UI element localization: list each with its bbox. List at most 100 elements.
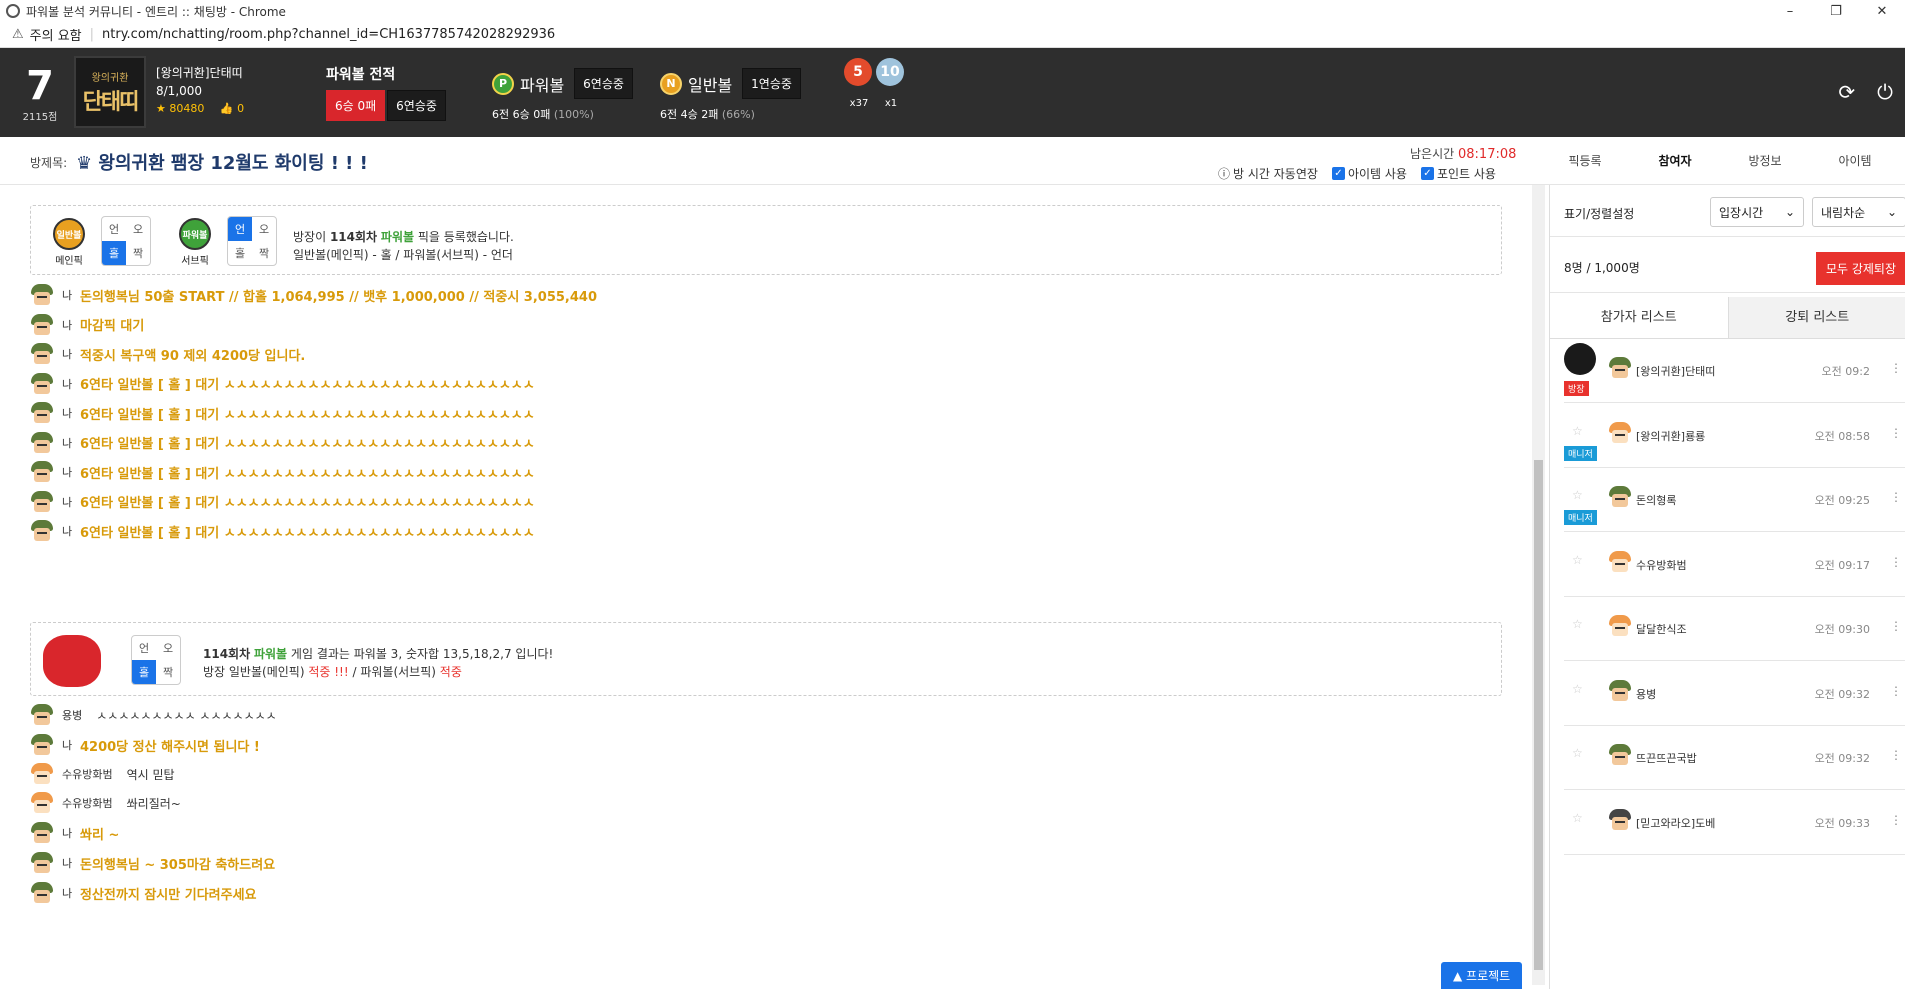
remaining-time: 남은시간 08:17:08	[1410, 145, 1516, 162]
use-item-checkbox[interactable]: ✓	[1331, 167, 1345, 180]
message-author: 나	[62, 887, 73, 900]
chat-area[interactable]: 일반볼 메인픽 언오 홀짝 파워볼 서브픽 언오 홀짝 방장이 114회차 파워…	[0, 185, 1545, 989]
participant-row[interactable]: ☆ 뜨끈뜨끈국밥 오전 09:32 ⋮	[1564, 726, 1905, 790]
participant-name[interactable]: [왕의귀환]단태띠	[1636, 363, 1715, 379]
notice-ball: 파워볼	[380, 230, 415, 244]
room-title-text: 왕의귀환 팸장 12월도 화이팅 ! ! !	[98, 153, 368, 174]
promote-icon[interactable]: ☆	[1572, 617, 1583, 631]
more-menu-icon[interactable]: ⋮	[1890, 426, 1902, 440]
browser-window: 파워볼 분석 커뮤니티 - 엔트리 :: 채팅방 - Chrome – ❐ ✕ …	[0, 0, 1905, 989]
url-text[interactable]: ntry.com/nchatting/room.php?channel_id=C…	[102, 27, 555, 42]
message-text: 쏴리질러~	[126, 796, 181, 811]
tab-kicked-list[interactable]: 강퇴 리스트	[1727, 297, 1905, 338]
room-options: ⓘ 방 시간 자동연장 ✓ 아이템 사용 ✓ 포인트 사용	[1218, 165, 1496, 182]
promote-icon[interactable]: ☆	[1572, 682, 1583, 696]
participant-name[interactable]: [왕의귀환]룡룡	[1636, 428, 1705, 444]
use-item-label[interactable]: 아이템 사용	[1348, 165, 1407, 182]
subpick-label: 서브픽	[181, 256, 209, 267]
chat-message[interactable]: 나 6연타 일반볼 [ 홀 ] 대기 ㅅㅅㅅㅅㅅㅅㅅㅅㅅㅅㅅㅅㅅㅅㅅㅅㅅㅅㅅㅅㅅㅅ…	[30, 489, 535, 515]
user-avatar-icon	[1608, 357, 1632, 379]
auto-extend-label[interactable]: 방 시간 자동연장	[1233, 165, 1318, 182]
more-menu-icon[interactable]: ⋮	[1890, 748, 1902, 762]
user-avatar-icon	[30, 402, 54, 424]
sort-field-select[interactable]: 입장시간 ⌄	[1710, 197, 1804, 227]
more-menu-icon[interactable]: ⋮	[1890, 361, 1902, 375]
participant-row[interactable]: 방장 [왕의귀환]단태띠 오전 09:2 ⋮	[1564, 339, 1905, 403]
promote-icon[interactable]: ☆	[1572, 553, 1583, 567]
address-bar[interactable]: ⚠ 주의 요함 | ntry.com/nchatting/room.php?ch…	[0, 22, 1905, 48]
chat-message[interactable]: 나 4200당 정산 해주시면 됩니다 !	[30, 732, 260, 758]
participant-row[interactable]: ☆ 달달한식조 오전 09:30 ⋮	[1564, 597, 1905, 661]
participant-name[interactable]: [믿고와라오]도베	[1636, 815, 1715, 831]
refresh-icon[interactable]: ⟳	[1838, 80, 1855, 104]
participant-name[interactable]: 돈의형록	[1636, 492, 1676, 508]
result-text: 게임 결과는 파워볼 3, 숫자합 13,5,18,2,7 입니다!	[290, 647, 554, 661]
use-point-label[interactable]: 포인트 사용	[1437, 165, 1496, 182]
host-avatar[interactable]: 왕의귀환 단태띠	[74, 56, 146, 128]
level-number: 7	[26, 63, 54, 109]
avatar-top-text: 왕의귀환	[91, 72, 129, 84]
promote-icon[interactable]: ☆	[1572, 811, 1583, 825]
promote-icon[interactable]: ☆	[1572, 424, 1583, 438]
participant-name[interactable]: 뜨끈뜨끈국밥	[1636, 750, 1697, 766]
promote-icon[interactable]: ☆	[1572, 488, 1583, 502]
chat-message[interactable]: 나 6연타 일반볼 [ 홀 ] 대기 ㅅㅅㅅㅅㅅㅅㅅㅅㅅㅅㅅㅅㅅㅅㅅㅅㅅㅅㅅㅅㅅㅅ…	[30, 430, 535, 456]
chat-message[interactable]: 나 마감픽 대기	[30, 312, 144, 338]
more-menu-icon[interactable]: ⋮	[1890, 490, 1902, 504]
host-name[interactable]: [왕의귀환]단태띠	[156, 64, 244, 82]
chat-message[interactable]: 나 정산전까지 잠시만 기다려주세요	[30, 880, 257, 906]
security-warning[interactable]: 주의 요함	[30, 25, 82, 44]
participant-name[interactable]: 수유방화범	[1636, 557, 1687, 573]
tab-pick-register[interactable]: 픽등록	[1540, 137, 1630, 185]
scrollbar-thumb[interactable]	[1534, 460, 1543, 970]
message-text: 돈의행복님 50출 START // 합홀 1,064,995 // 뱃후 1,…	[80, 289, 598, 305]
display-settings-row: 표기/정렬설정 입장시간 ⌄ 내림차순 ⌄	[1550, 185, 1905, 237]
sort-order-select[interactable]: 내림차순 ⌄	[1812, 197, 1905, 227]
chat-message[interactable]: 용병 ㅅㅅㅅㅅㅅㅅㅅㅅㅅ ㅅㅅㅅㅅㅅㅅㅅ	[30, 702, 277, 728]
chat-message[interactable]: 나 6연타 일반볼 [ 홀 ] 대기 ㅅㅅㅅㅅㅅㅅㅅㅅㅅㅅㅅㅅㅅㅅㅅㅅㅅㅅㅅㅅㅅㅅ…	[30, 400, 535, 426]
participant-row[interactable]: ☆ [믿고와라오]도베 오전 09:33 ⋮	[1564, 791, 1905, 855]
chat-message[interactable]: 나 6연타 일반볼 [ 홀 ] 대기 ㅅㅅㅅㅅㅅㅅㅅㅅㅅㅅㅅㅅㅅㅅㅅㅅㅅㅅㅅㅅㅅㅅ…	[30, 518, 535, 544]
more-menu-icon[interactable]: ⋮	[1890, 684, 1902, 698]
message-author: 나	[62, 377, 73, 391]
chat-scrollbar[interactable]	[1532, 185, 1545, 985]
tab-participant-list[interactable]: 참가자 리스트	[1550, 297, 1728, 338]
user-avatar-icon	[1608, 744, 1632, 766]
kick-all-button[interactable]: 모두 강제퇴장	[1815, 252, 1905, 285]
chat-message[interactable]: 나 적중시 복구액 90 제외 4200당 입니다.	[30, 341, 305, 367]
chat-message[interactable]: 나 6연타 일반볼 [ 홀 ] 대기 ㅅㅅㅅㅅㅅㅅㅅㅅㅅㅅㅅㅅㅅㅅㅅㅅㅅㅅㅅㅅㅅㅅ…	[30, 371, 535, 397]
participant-row[interactable]: ☆ 매니저 [왕의귀환]룡룡 오전 08:58 ⋮	[1564, 404, 1905, 468]
close-button[interactable]: ✕	[1859, 0, 1905, 22]
chat-message[interactable]: 나 돈의행복님 50출 START // 합홀 1,064,995 // 뱃후 1…	[30, 282, 597, 308]
participant-row[interactable]: ☆ 수유방화범 오전 09:17 ⋮	[1564, 533, 1905, 597]
more-menu-icon[interactable]: ⋮	[1890, 813, 1902, 827]
minimize-button[interactable]: –	[1767, 0, 1813, 22]
promote-icon[interactable]: ☆	[1572, 746, 1583, 760]
tab-items[interactable]: 아이템	[1810, 137, 1900, 185]
tab-participants[interactable]: 참여자	[1630, 137, 1720, 185]
chat-message[interactable]: 나 6연타 일반볼 [ 홀 ] 대기 ㅅㅅㅅㅅㅅㅅㅅㅅㅅㅅㅅㅅㅅㅅㅅㅅㅅㅅㅅㅅㅅㅅ…	[30, 459, 535, 485]
user-avatar-icon	[1608, 421, 1632, 444]
protect-button[interactable]: ▲ 프로젝트	[1441, 962, 1523, 989]
powerball-summary: 6전 6승 0패 (100%)	[492, 106, 594, 122]
devil-mascot-icon	[43, 635, 101, 687]
use-point-checkbox[interactable]: ✓	[1420, 167, 1434, 180]
normalball-streak: 1연승중	[742, 68, 801, 99]
chat-message[interactable]: 수유방화범 쏴리질러~	[30, 790, 181, 816]
power-icon[interactable]: ⏻	[1877, 80, 1893, 104]
message-text: 6연타 일반볼 [ 홀 ] 대기 ㅅㅅㅅㅅㅅㅅㅅㅅㅅㅅㅅㅅㅅㅅㅅㅅㅅㅅㅅㅅㅅㅅㅅ…	[80, 466, 535, 482]
participant-row[interactable]: ☆ 매니저 돈의형록 오전 09:25 ⋮	[1564, 468, 1905, 532]
user-avatar-icon	[30, 734, 54, 756]
message-author: 나	[62, 827, 73, 840]
chat-message[interactable]: 나 돈의행복님 ~ 305마감 축하드려요	[30, 850, 275, 876]
chat-message[interactable]: 나 쏴리 ~	[30, 820, 119, 846]
restore-button[interactable]: ❐	[1813, 0, 1859, 22]
message-text: 4200당 정산 해주시면 됩니다 !	[80, 739, 260, 755]
more-menu-icon[interactable]: ⋮	[1890, 555, 1902, 569]
participant-row[interactable]: ☆ 용병 오전 09:32 ⋮	[1564, 662, 1905, 726]
more-menu-icon[interactable]: ⋮	[1890, 619, 1902, 633]
participant-name[interactable]: 달달한식조	[1636, 621, 1687, 637]
tab-room-info[interactable]: 방정보	[1720, 137, 1810, 185]
chat-message[interactable]: 수유방화범 역시 믿탑	[30, 761, 175, 787]
participant-name[interactable]: 용병	[1636, 686, 1656, 702]
